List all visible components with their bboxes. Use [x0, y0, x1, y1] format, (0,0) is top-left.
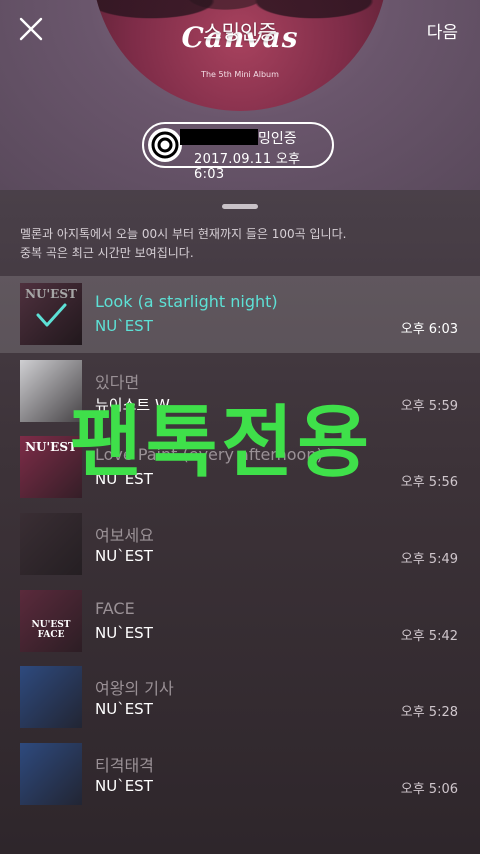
song-time: 오후 5:49 — [400, 552, 458, 568]
song-row[interactable]: 여왕의 기사 NU`EST 오후 5:28 — [0, 659, 480, 736]
check-icon — [36, 303, 67, 327]
song-row[interactable]: 있다면 뉴이스트 W 오후 5:59 — [0, 353, 480, 430]
song-time: 오후 5:56 — [400, 475, 458, 491]
song-row[interactable]: NU'EST FACE FACE NU`EST 오후 5:42 — [0, 583, 480, 660]
album-thumbnail — [20, 513, 82, 576]
check-overlay — [20, 283, 82, 345]
album-thumbnail: NU'EST — [20, 436, 82, 499]
melon-logo-icon — [148, 128, 182, 162]
album-thumbnail: NU'EST — [20, 283, 82, 345]
song-title: 여왕의 기사 — [95, 679, 174, 699]
song-time: 오후 5:59 — [400, 398, 458, 414]
album-thumbnail — [20, 359, 82, 422]
song-sheet: 멜론과 아지톡에서 오늘 00시 부터 현재까지 들은 100곡 입니다. 중복… — [0, 190, 480, 854]
song-time: 오후 5:28 — [400, 705, 458, 721]
song-time: 오후 5:42 — [400, 628, 458, 644]
info-line-1: 멜론과 아지톡에서 오늘 00시 부터 현재까지 들은 100곡 입니다. — [20, 227, 347, 241]
song-title: Look (a starlight night) — [95, 292, 278, 311]
thumbnail-text: NU'EST — [25, 440, 77, 455]
thumbnail-text: NU'EST FACE — [31, 619, 71, 640]
header: Canvas The 5th Mini Album 스밍인증 다음 밍인증 20… — [0, 0, 480, 190]
redacted-name — [180, 129, 258, 145]
song-row[interactable]: NU'EST Love Paint (every afternoon) NU`E… — [0, 429, 480, 506]
drag-handle[interactable] — [222, 204, 258, 209]
info-text: 멜론과 아지톡에서 오늘 00시 부터 현재까지 들은 100곡 입니다. 중복… — [20, 225, 460, 263]
song-title: 티격태격 — [95, 756, 154, 776]
song-title: FACE — [95, 598, 135, 618]
info-line-2: 중복 곡은 최근 시간만 보여집니다. — [20, 246, 194, 260]
album-thumbnail — [20, 666, 82, 729]
song-artist: NU`EST — [95, 470, 153, 489]
song-list: NU'EST Look (a starlight night) NU`EST 오… — [0, 276, 480, 813]
song-title: 여보세요 — [95, 526, 154, 546]
album-thumbnail: NU'EST FACE — [20, 589, 82, 652]
song-artist: NU`EST — [95, 547, 153, 566]
page-title: 스밍인증 — [203, 20, 277, 44]
song-row[interactable]: 티격태격 NU`EST 오후 5:06 — [0, 736, 480, 813]
verification-badge: 밍인증 2017.09.11 오후 6:03 — [142, 122, 334, 182]
close-icon — [19, 17, 43, 41]
badge-label: 밍인증 — [258, 131, 297, 147]
song-row[interactable]: NU'EST Look (a starlight night) NU`EST 오… — [0, 276, 480, 353]
song-artist: 뉴이스트 W — [95, 395, 170, 414]
song-time: 오후 6:03 — [400, 322, 458, 337]
next-button[interactable]: 다음 — [427, 18, 458, 43]
badge-datetime: 2017.09.11 오후 6:03 — [194, 152, 301, 182]
song-artist: NU`EST — [95, 623, 153, 642]
song-row[interactable]: 여보세요 NU`EST 오후 5:49 — [0, 506, 480, 583]
album-subtitle: The 5th Mini Album — [201, 70, 279, 79]
song-time: 오후 5:06 — [400, 782, 458, 798]
album-thumbnail — [20, 743, 82, 806]
song-artist: NU`EST — [95, 317, 153, 335]
song-artist: NU`EST — [95, 700, 153, 719]
song-title: 있다면 — [95, 372, 140, 392]
song-artist: NU`EST — [95, 777, 153, 796]
close-button[interactable] — [18, 16, 44, 42]
song-title: Love Paint (every afternoon) — [95, 445, 323, 465]
